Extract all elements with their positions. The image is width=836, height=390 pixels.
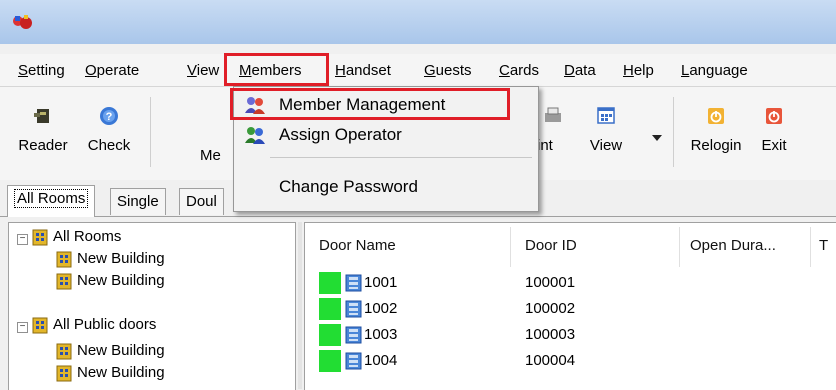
column-divider[interactable] xyxy=(510,227,511,267)
tree-node-building[interactable]: New Building xyxy=(55,270,165,292)
menu-guests[interactable]: Guests xyxy=(424,60,472,82)
card-reader-icon xyxy=(34,109,49,123)
reader-button[interactable]: Reader xyxy=(18,105,68,175)
column-header-door-name[interactable]: Door Name xyxy=(319,235,396,257)
tree-node-building[interactable]: New Building xyxy=(55,362,165,384)
menu-operate[interactable]: Operate xyxy=(85,60,139,82)
member-management-highlight-box xyxy=(230,88,510,120)
door-id-cell: 100004 xyxy=(525,352,576,369)
door-id-cell: 100002 xyxy=(525,300,576,317)
menu-data[interactable]: Data xyxy=(564,60,596,82)
help-circle-icon: ? xyxy=(100,107,118,125)
svg-text:?: ? xyxy=(106,111,113,123)
door-status-indicator xyxy=(319,298,341,320)
grid-view-icon xyxy=(597,107,615,124)
power-off-icon xyxy=(766,108,782,124)
column-divider[interactable] xyxy=(810,227,811,267)
door-icon xyxy=(345,274,362,292)
building-icon xyxy=(56,343,72,360)
door-icon xyxy=(345,326,362,344)
tree-node-all-rooms[interactable]: All Rooms xyxy=(31,226,121,248)
menu-separator xyxy=(270,157,532,158)
door-id-cell: 100003 xyxy=(525,326,576,343)
members-highlight-box xyxy=(224,53,329,86)
column-divider[interactable] xyxy=(679,227,680,267)
app-icon[interactable] xyxy=(12,13,34,31)
toolbar-separator xyxy=(673,97,674,167)
menu-language[interactable]: Language xyxy=(681,60,748,82)
menu-setting[interactable]: Setting xyxy=(18,60,65,82)
collapse-toggle-icon[interactable]: − xyxy=(17,322,28,333)
door-list: Door Name Door ID Open Dura... T 1001 10… xyxy=(304,222,836,390)
menu-cards[interactable]: Cards xyxy=(499,60,539,82)
table-row[interactable]: 1004 xyxy=(345,350,397,372)
door-status-indicator xyxy=(319,324,341,346)
printer-icon xyxy=(545,107,561,122)
view-dropdown-arrow-icon[interactable] xyxy=(652,135,662,141)
tab-all-rooms[interactable]: All Rooms xyxy=(7,185,96,217)
column-header-type[interactable]: T xyxy=(819,235,828,257)
table-row[interactable]: 1002 xyxy=(345,298,397,320)
tree-node-all-public-doors[interactable]: All Public doors xyxy=(31,314,156,336)
operators-icon xyxy=(245,127,265,144)
menu-item-assign-operator[interactable]: Assign Operator xyxy=(234,121,538,149)
menu-handset[interactable]: Handset xyxy=(335,60,391,82)
room-tree: − All Rooms New Building New Building − … xyxy=(8,222,296,390)
door-id-cell: 100001 xyxy=(525,274,576,291)
title-bar xyxy=(0,0,836,44)
door-status-indicator xyxy=(319,272,341,294)
check-button[interactable]: ? Check xyxy=(84,105,134,175)
column-header-open-duration[interactable]: Open Dura... xyxy=(690,235,776,257)
door-icon xyxy=(345,352,362,370)
menu-view[interactable]: View xyxy=(187,60,219,82)
door-status-indicator xyxy=(319,350,341,372)
table-row[interactable]: 1003 xyxy=(345,324,397,346)
relogin-button[interactable]: Relogin xyxy=(688,105,744,175)
building-icon xyxy=(56,273,72,290)
building-icon xyxy=(32,229,48,246)
menu-help[interactable]: Help xyxy=(623,60,654,82)
building-icon xyxy=(56,251,72,268)
view-button[interactable]: View xyxy=(582,105,630,175)
toolbar-separator xyxy=(150,97,151,167)
tab-double[interactable]: Doul xyxy=(179,188,224,215)
menu-bar: Setting Operate View Members Handset Gue… xyxy=(0,54,836,86)
panel-splitter[interactable] xyxy=(298,222,302,389)
column-header-door-id[interactable]: Door ID xyxy=(525,235,577,257)
tree-node-building[interactable]: New Building xyxy=(55,340,165,362)
table-row[interactable]: 1001 xyxy=(345,272,397,294)
collapse-toggle-icon[interactable]: − xyxy=(17,234,28,245)
building-icon xyxy=(56,365,72,382)
building-icon xyxy=(32,317,48,334)
exit-button[interactable]: Exit xyxy=(754,105,794,175)
tree-node-building[interactable]: New Building xyxy=(55,248,165,270)
power-icon xyxy=(708,108,724,124)
menu-item-change-password[interactable]: Change Password xyxy=(234,173,538,201)
tab-single[interactable]: Single xyxy=(110,188,166,215)
door-icon xyxy=(345,300,362,318)
